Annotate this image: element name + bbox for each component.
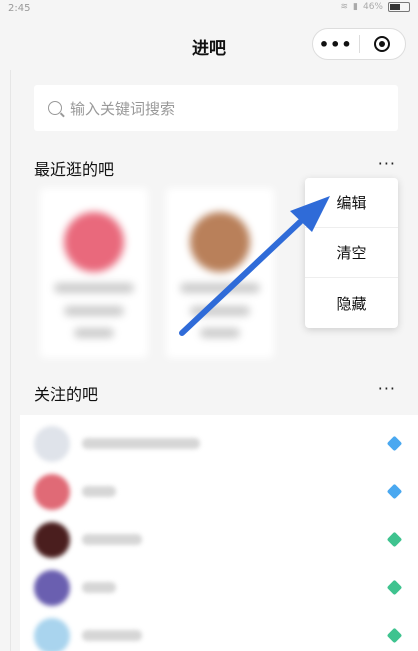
level-gem-icon [386,531,403,548]
more-dots-icon[interactable]: ••• [313,29,359,59]
battery-percent: 46% [362,2,383,12]
recent-section-title: 最近逛的吧 [34,160,115,179]
followed-bars-list [20,415,418,651]
search-icon [48,101,62,115]
signal-icon: ▮ [353,2,358,12]
bar-name [82,582,116,593]
popup-edit-item[interactable]: 编辑 [305,178,398,228]
follow-section-title: 关注的吧 [34,385,99,404]
popup-clear-item[interactable]: 清空 [305,228,398,278]
bar-name [82,630,142,641]
recent-bar-card[interactable] [40,188,148,358]
list-item[interactable] [20,564,418,612]
level-gem-icon [386,627,403,644]
wifi-icon: ≋ [340,2,349,12]
bar-name [82,438,200,449]
bar-avatar [34,522,70,558]
list-item[interactable] [20,516,418,564]
level-gem-icon [386,435,403,452]
battery-icon [388,2,410,12]
recent-bar-name [180,283,260,293]
bar-avatar [34,570,70,606]
recent-bar-avatar [64,212,124,272]
recent-bar-card[interactable] [166,188,274,358]
list-item[interactable] [20,420,418,468]
close-button[interactable] [360,29,406,59]
frame-border [10,70,11,651]
bar-avatar [34,618,70,651]
recent-bar-meta [74,328,114,338]
popup-menu: 编辑 清空 隐藏 [305,178,398,328]
target-icon [374,36,391,52]
follow-more-icon[interactable]: ··· [378,379,396,398]
recent-bar-avatar [190,212,250,272]
status-bar: 2:45 ≋ ▮ 46% [0,0,418,18]
recent-bar-meta [200,328,240,338]
bar-name [82,486,116,497]
level-gem-icon [386,579,403,596]
search-input[interactable]: 输入关键词搜索 [34,85,398,131]
bar-avatar [34,474,70,510]
bar-avatar [34,426,70,462]
status-time: 2:45 [8,3,31,14]
popup-hide-item[interactable]: 隐藏 [305,278,398,328]
nav-bar: 进吧 ••• [0,18,418,73]
recent-bar-name [54,283,134,293]
list-item[interactable] [20,468,418,516]
status-icons: ≋ ▮ 46% [340,2,410,12]
list-item[interactable] [20,612,418,651]
recent-more-icon[interactable]: ··· [378,154,396,173]
recent-bar-info [190,306,250,316]
bar-name [82,534,142,545]
level-gem-icon [386,483,403,500]
recent-bar-info [64,306,124,316]
mini-program-capsule: ••• [312,28,406,60]
search-placeholder: 输入关键词搜索 [70,99,176,118]
